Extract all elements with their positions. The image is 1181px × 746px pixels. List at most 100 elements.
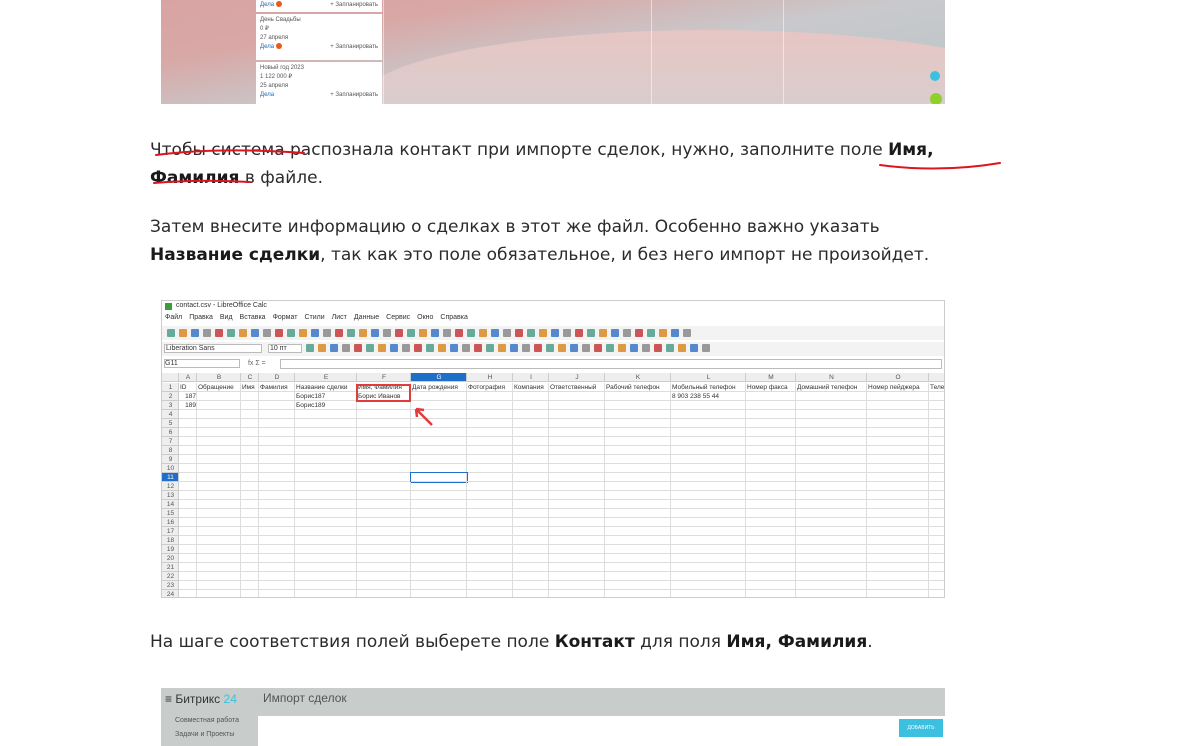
table-cell[interactable] <box>796 581 867 590</box>
table-cell[interactable] <box>671 428 746 437</box>
table-cell[interactable] <box>259 527 295 536</box>
toolbar-button-icon[interactable] <box>647 329 655 337</box>
menu-item[interactable]: Лист <box>332 314 347 321</box>
toolbar-button-icon[interactable] <box>569 344 578 353</box>
table-cell[interactable] <box>513 446 549 455</box>
table-cell[interactable]: Компания <box>513 383 549 392</box>
table-cell[interactable] <box>467 590 513 597</box>
font-size-select[interactable]: 10 пт <box>267 344 302 353</box>
table-cell[interactable] <box>867 491 929 500</box>
toolbar-button-icon[interactable] <box>275 329 283 337</box>
sidebar-item-collab[interactable]: Совместная работа <box>175 717 239 724</box>
toolbar-button-icon[interactable] <box>419 329 427 337</box>
column-header[interactable]: A <box>179 373 197 382</box>
table-cell[interactable] <box>867 410 929 419</box>
column-header[interactable]: J <box>549 373 605 382</box>
table-cell[interactable]: Название сделки <box>295 383 357 392</box>
table-cell[interactable] <box>605 419 671 428</box>
table-cell[interactable] <box>411 554 467 563</box>
toolbar-button-icon[interactable] <box>203 329 211 337</box>
toolbar-button-icon[interactable] <box>227 329 235 337</box>
table-cell[interactable] <box>259 536 295 545</box>
toolbar-button-icon[interactable] <box>545 344 554 353</box>
table-cell[interactable] <box>746 482 796 491</box>
toolbar-button-icon[interactable] <box>587 329 595 337</box>
table-cell[interactable] <box>467 482 513 491</box>
toolbar-button-icon[interactable] <box>617 344 626 353</box>
table-cell[interactable] <box>796 419 867 428</box>
table-cell[interactable] <box>295 554 357 563</box>
table-cell[interactable] <box>197 428 241 437</box>
table-cell[interactable] <box>295 581 357 590</box>
table-cell[interactable] <box>671 536 746 545</box>
table-cell[interactable] <box>197 437 241 446</box>
table-cell[interactable] <box>357 446 411 455</box>
table-cell[interactable] <box>197 590 241 597</box>
table-cell[interactable] <box>796 464 867 473</box>
table-cell[interactable] <box>259 473 295 482</box>
table-cell[interactable] <box>467 437 513 446</box>
table-cell[interactable] <box>259 518 295 527</box>
table-cell[interactable] <box>796 392 867 401</box>
table-cell[interactable] <box>197 491 241 500</box>
table-cell[interactable] <box>467 509 513 518</box>
table-cell[interactable] <box>867 536 929 545</box>
table-cell[interactable] <box>197 536 241 545</box>
table-cell[interactable] <box>549 392 605 401</box>
toolbar-button-icon[interactable] <box>443 329 451 337</box>
column-header[interactable]: M <box>746 373 796 382</box>
table-cell[interactable] <box>295 455 357 464</box>
table-cell[interactable] <box>467 401 513 410</box>
toolbar-button-icon[interactable] <box>665 344 674 353</box>
table-cell[interactable] <box>295 536 357 545</box>
table-cell[interactable] <box>746 554 796 563</box>
table-cell[interactable] <box>796 491 867 500</box>
table-cell[interactable] <box>549 518 605 527</box>
column-header[interactable]: O <box>867 373 929 382</box>
table-cell[interactable] <box>671 518 746 527</box>
table-cell[interactable] <box>357 563 411 572</box>
table-cell[interactable] <box>746 536 796 545</box>
table-cell[interactable] <box>796 401 867 410</box>
table-cell[interactable] <box>179 437 197 446</box>
table-cell[interactable] <box>796 509 867 518</box>
toolbar-button-icon[interactable] <box>371 329 379 337</box>
toolbar-button-icon[interactable] <box>395 329 403 337</box>
toolbar-button-icon[interactable] <box>557 344 566 353</box>
table-cell[interactable] <box>929 437 944 446</box>
row-header[interactable]: 20 <box>162 554 179 563</box>
menu-item[interactable]: Файл <box>165 314 182 321</box>
table-cell[interactable] <box>796 473 867 482</box>
toolbar-button-icon[interactable] <box>341 344 350 353</box>
table-cell[interactable] <box>241 518 259 527</box>
table-cell[interactable] <box>179 554 197 563</box>
table-cell[interactable] <box>241 554 259 563</box>
table-cell[interactable] <box>179 518 197 527</box>
table-cell[interactable] <box>796 518 867 527</box>
table-cell[interactable] <box>513 545 549 554</box>
table-cell[interactable] <box>179 545 197 554</box>
table-cell[interactable] <box>929 563 944 572</box>
row-header[interactable]: 2 <box>162 392 179 401</box>
toolbar-button-icon[interactable] <box>215 329 223 337</box>
toolbar-button-icon[interactable] <box>179 329 187 337</box>
table-cell[interactable] <box>513 500 549 509</box>
row-header[interactable]: 10 <box>162 464 179 473</box>
table-cell[interactable] <box>295 590 357 597</box>
table-cell[interactable] <box>259 455 295 464</box>
table-cell[interactable] <box>605 527 671 536</box>
table-cell[interactable] <box>467 464 513 473</box>
table-cell[interactable] <box>241 572 259 581</box>
table-cell[interactable] <box>467 572 513 581</box>
toolbar-button-icon[interactable] <box>503 329 511 337</box>
column-header[interactable] <box>929 373 944 382</box>
function-icons[interactable]: fx Σ = <box>248 360 266 367</box>
table-cell[interactable] <box>259 500 295 509</box>
table-cell[interactable] <box>467 428 513 437</box>
row-header[interactable]: 15 <box>162 509 179 518</box>
table-cell[interactable] <box>513 428 549 437</box>
table-cell[interactable] <box>513 482 549 491</box>
table-cell[interactable] <box>241 455 259 464</box>
row-header[interactable]: 13 <box>162 491 179 500</box>
toolbar-button-icon[interactable] <box>689 344 698 353</box>
